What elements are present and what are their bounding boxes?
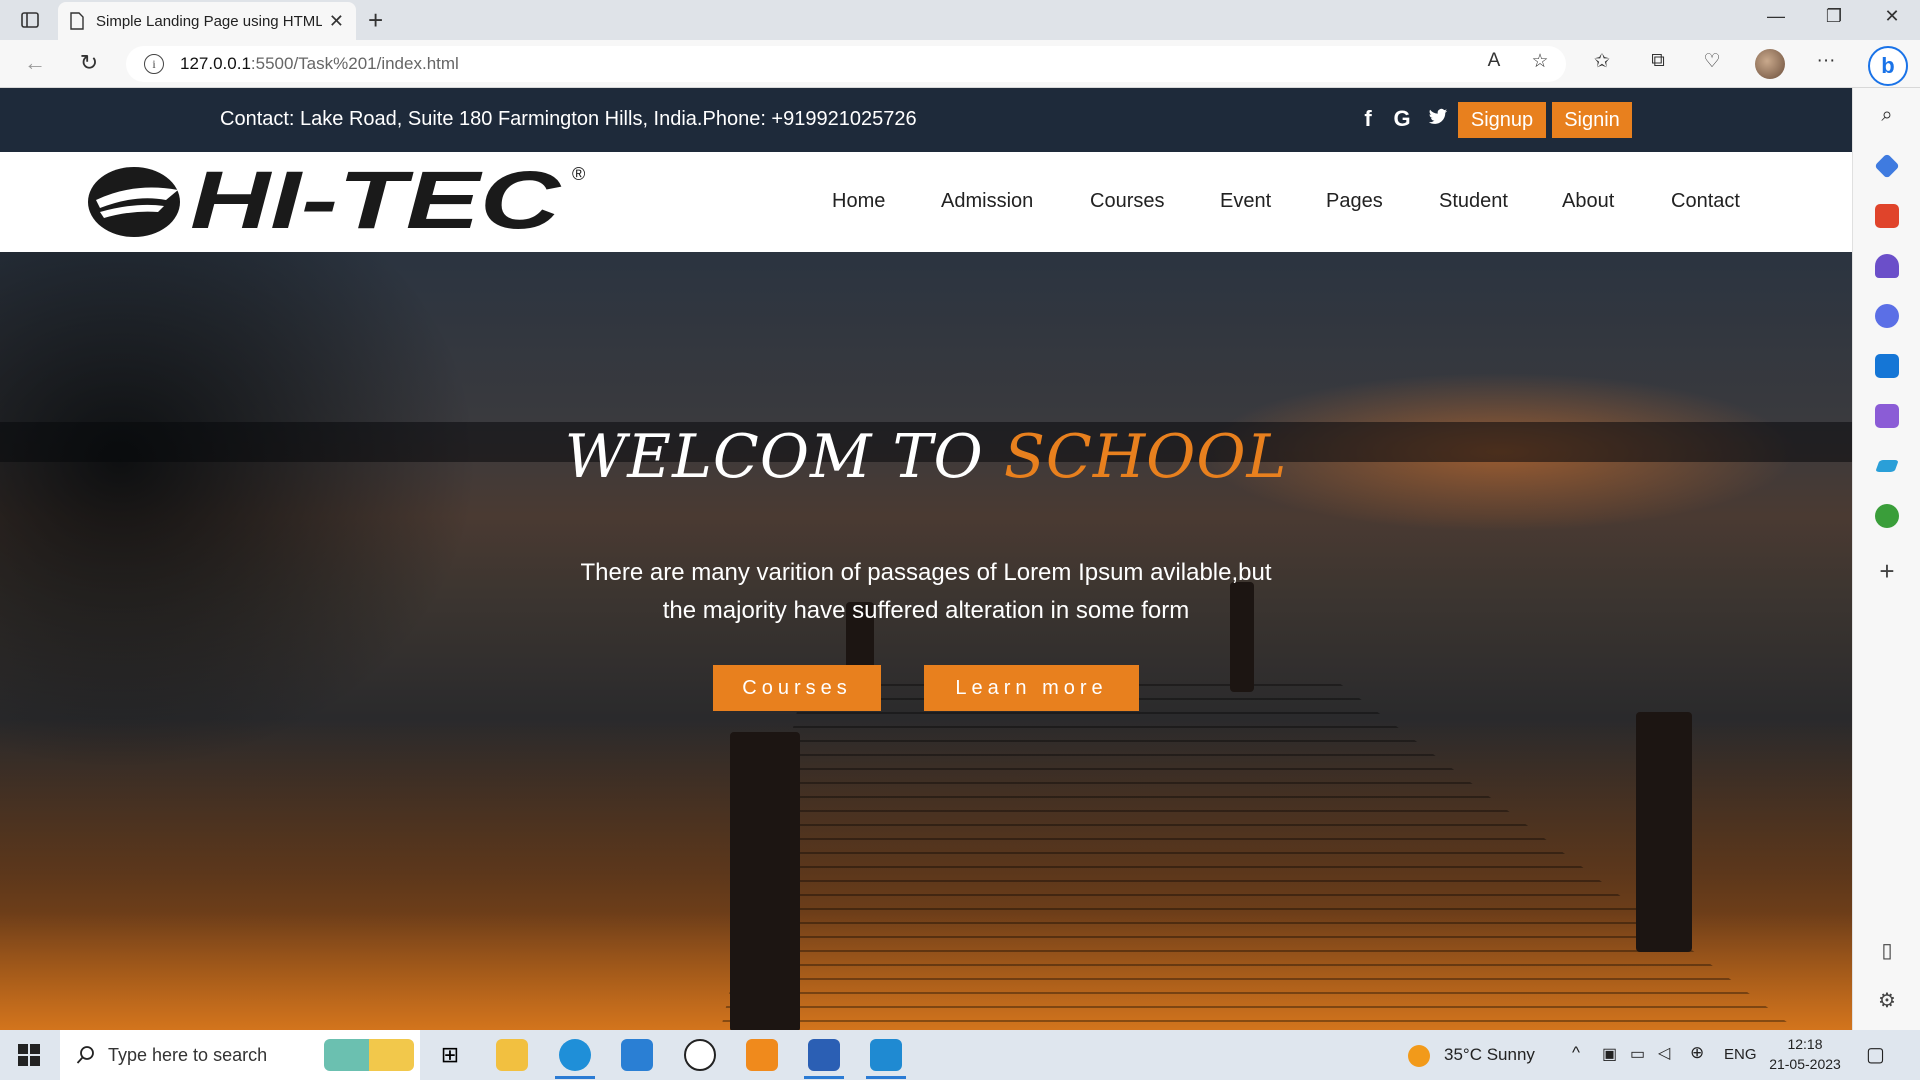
dell-icon[interactable] [684, 1039, 716, 1071]
collections-icon[interactable]: ⧉ [1642, 50, 1674, 72]
tools-icon[interactable] [1875, 204, 1899, 228]
hero-subtitle-line2: the majority have suffered alteration in… [662, 597, 1190, 624]
url-path: :5500/Task%201/index.html [250, 54, 459, 73]
tab-actions-icon[interactable] [16, 8, 44, 32]
task-view-icon[interactable]: ⊞ [434, 1039, 466, 1071]
clock-date[interactable]: 21-05-2023 [1762, 1056, 1848, 1072]
search-placeholder: Type here to search [108, 1044, 268, 1065]
hero-title: WELCOM TO SCHOOL [0, 422, 1852, 492]
search-icon[interactable]: ⌕ [1875, 104, 1899, 128]
active-app-indicator [804, 1076, 844, 1079]
twitter-icon[interactable] [1426, 106, 1450, 132]
meet-now-icon[interactable]: ▣ [1602, 1044, 1617, 1064]
google-icon[interactable]: G [1390, 106, 1414, 132]
search-highlight-icon [324, 1039, 414, 1071]
browser-toolbar: ← ↻ i 127.0.0.1:5500/Task%201/index.html… [0, 40, 1920, 88]
edge-icon[interactable] [559, 1039, 591, 1071]
notifications-icon[interactable]: ▢ [1866, 1042, 1885, 1067]
file-explorer-icon[interactable] [496, 1039, 528, 1071]
browser-tab-bar: Simple Landing Page using HTML ✕ + — ❐ ✕ [0, 0, 1920, 40]
minimize-button[interactable]: — [1756, 6, 1796, 27]
weather-text[interactable]: 35°C Sunny [1444, 1045, 1535, 1065]
nav-contact[interactable]: Contact [1671, 190, 1740, 213]
nav-student[interactable]: Student [1439, 190, 1508, 213]
contact-topbar: Contact: Lake Road, Suite 180 Farmington… [0, 88, 1852, 152]
telegram-icon[interactable] [1875, 460, 1899, 472]
profile-avatar[interactable] [1755, 49, 1785, 79]
site-info-icon[interactable]: i [144, 54, 164, 74]
hero-subtitle-line1: There are many varition of passages of L… [580, 559, 1272, 586]
settings-icon[interactable]: ⚙ [1875, 988, 1899, 1013]
active-app-indicator [866, 1076, 906, 1079]
facebook-icon[interactable]: f [1356, 106, 1380, 132]
back-icon[interactable]: ← [20, 50, 50, 76]
hero-title-white: WELCOM TO [564, 422, 1004, 492]
word-icon[interactable] [808, 1039, 840, 1071]
nav-pages[interactable]: Pages [1326, 190, 1383, 213]
courses-button[interactable]: Courses [713, 665, 881, 711]
weather-sun-icon [1408, 1045, 1430, 1067]
vscode-icon[interactable] [870, 1039, 902, 1071]
language-globe-icon[interactable]: ⊕ [1690, 1043, 1704, 1063]
shopping-icon[interactable] [1874, 153, 1900, 179]
clock-time[interactable]: 12:18 [1770, 1036, 1840, 1052]
learn-more-button[interactable]: Learn more [924, 665, 1139, 711]
show-hidden-icons[interactable]: ^ [1572, 1043, 1580, 1063]
close-window-button[interactable]: ✕ [1872, 6, 1912, 27]
hero-title-orange: SCHOOL [1003, 422, 1288, 492]
split-screen-icon[interactable]: ▯ [1875, 938, 1899, 963]
signin-button[interactable]: Signin [1552, 102, 1632, 138]
tab-title: Simple Landing Page using HTML [96, 12, 322, 30]
office-icon[interactable] [1875, 304, 1899, 328]
new-tab-button[interactable]: + [368, 6, 383, 34]
svg-text:®: ® [572, 164, 585, 184]
hitec-logo[interactable]: HI-TEC ® [86, 160, 594, 240]
mail-icon[interactable] [621, 1039, 653, 1071]
main-navbar: HI-TEC ® Home Admission Courses Event Pa… [0, 152, 1852, 252]
page-icon [70, 12, 84, 30]
more-icon[interactable]: ··· [1810, 50, 1842, 72]
edge-sidebar: ⌕ + ▯ ⚙ [1852, 88, 1920, 1030]
bing-chat-icon[interactable]: b [1868, 46, 1908, 86]
active-app-indicator [555, 1076, 595, 1079]
hero-section: WELCOM TO SCHOOL There are many varition… [0, 252, 1852, 1030]
pier-post [1636, 712, 1692, 952]
browser-tab[interactable]: Simple Landing Page using HTML ✕ [58, 2, 356, 40]
search-icon [76, 1046, 94, 1064]
trees-silhouette [0, 252, 480, 772]
tab-close-icon[interactable]: ✕ [329, 11, 344, 32]
restore-button[interactable]: ❐ [1814, 6, 1854, 27]
games-icon[interactable] [1875, 254, 1899, 278]
add-sidebar-app-icon[interactable]: + [1875, 556, 1899, 587]
sublime-icon[interactable] [746, 1039, 778, 1071]
volume-icon[interactable]: ◁ [1658, 1043, 1670, 1063]
nav-courses[interactable]: Courses [1090, 190, 1164, 213]
nav-home[interactable]: Home [832, 190, 885, 213]
contact-info: Contact: Lake Road, Suite 180 Farmington… [220, 108, 917, 130]
signup-button[interactable]: Signup [1458, 102, 1546, 138]
favorites-icon[interactable]: ✩ [1586, 50, 1618, 73]
nav-event[interactable]: Event [1220, 190, 1271, 213]
browser-essentials-icon[interactable]: ♡ [1696, 50, 1728, 73]
drop-icon[interactable] [1875, 404, 1899, 428]
hero-subtitle: There are many varition of passages of L… [526, 554, 1326, 630]
web-page: Contact: Lake Road, Suite 180 Farmington… [0, 88, 1852, 1030]
nav-about[interactable]: About [1562, 190, 1614, 213]
read-aloud-icon[interactable]: A [1478, 50, 1510, 72]
battery-icon[interactable]: ▭ [1630, 1044, 1645, 1064]
address-bar[interactable]: i 127.0.0.1:5500/Task%201/index.html [126, 46, 1566, 82]
pier-post [730, 732, 800, 1030]
outlook-icon[interactable] [1875, 354, 1899, 378]
add-favorite-icon[interactable]: ☆ [1524, 50, 1556, 73]
windows-start-icon[interactable] [18, 1044, 40, 1066]
svg-text:HI-TEC: HI-TEC [190, 160, 562, 240]
tree-icon[interactable] [1875, 504, 1899, 528]
refresh-icon[interactable]: ↻ [74, 50, 104, 76]
url-host: 127.0.0.1 [180, 54, 251, 73]
nav-admission[interactable]: Admission [941, 190, 1033, 213]
language-indicator[interactable]: ENG [1724, 1046, 1757, 1063]
windows-taskbar: Type here to search ⊞ 35°C Sunny ^ ▣ ▭ ◁… [0, 1030, 1920, 1080]
